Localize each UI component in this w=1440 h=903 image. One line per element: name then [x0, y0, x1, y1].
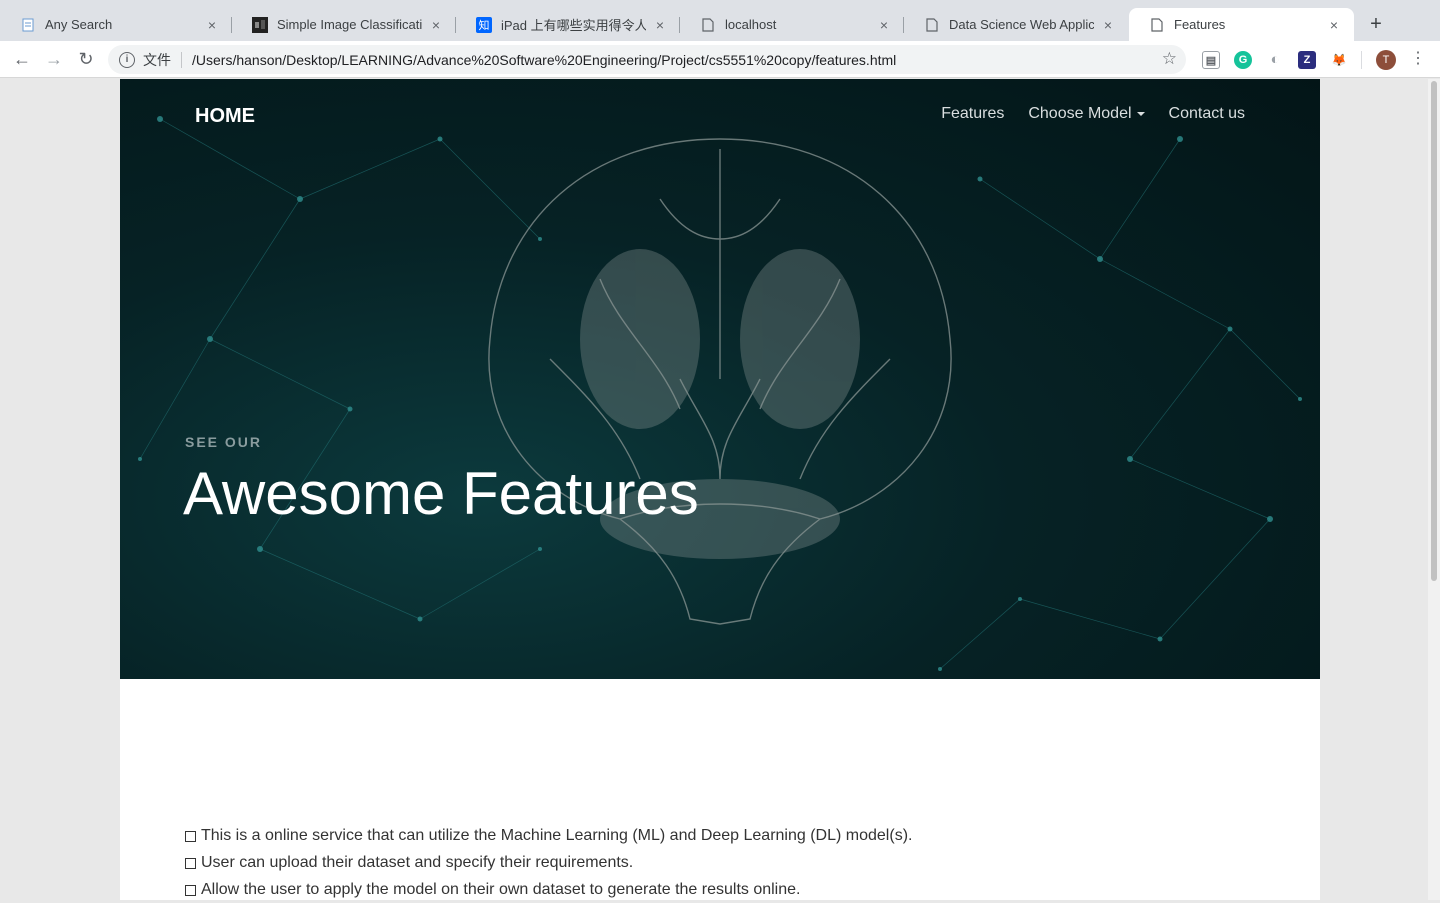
tab-title: Features — [1174, 17, 1226, 32]
home-link[interactable]: HOME — [195, 105, 255, 128]
list-item: Allow the user to apply the model on the… — [185, 876, 912, 903]
hero-kicker: SEE OUR — [185, 434, 263, 450]
sync-icon[interactable]: ◐ — [1266, 51, 1284, 69]
close-icon[interactable]: × — [204, 17, 220, 33]
reader-icon[interactable]: ▤ — [1202, 51, 1220, 69]
browser-menu-icon[interactable]: ⋮ — [1407, 48, 1429, 70]
address-bar[interactable]: i 文件 /Users/hanson/Desktop/LEARNING/Adva… — [108, 45, 1186, 74]
checkbox-icon — [185, 884, 196, 896]
profile-avatar[interactable]: T — [1376, 50, 1396, 70]
tab-title: Data Science Web Applicatio — [949, 17, 1094, 32]
back-button[interactable]: ← — [11, 48, 33, 70]
feature-text: This is a online service that can utiliz… — [201, 826, 913, 844]
close-icon[interactable]: × — [1326, 17, 1342, 33]
tab-strip: Any Search × Simple Image Classification… — [0, 0, 1440, 41]
hero-headline: Awesome Features — [183, 460, 699, 527]
url-text[interactable]: /Users/hanson/Desktop/LEARNING/Advance%2… — [192, 52, 896, 68]
features-list: This is a online service that can utiliz… — [185, 822, 912, 903]
close-icon[interactable]: × — [876, 17, 892, 33]
list-item: User can upload their dataset and specif… — [185, 849, 912, 876]
url-scheme: 文件 — [143, 51, 171, 68]
feature-text: Allow the user to apply the model on the… — [201, 880, 801, 898]
tab-title: Simple Image Classification — [277, 17, 422, 32]
tab-title: iPad 上有哪些实用得令人惊艳 — [501, 18, 646, 33]
tab-features[interactable]: Features × — [1129, 8, 1354, 41]
browser-toolbar: ← → ↻ i 文件 /Users/hanson/Desktop/LEARNIN… — [0, 41, 1440, 78]
tab-any-search[interactable]: Any Search × — [0, 8, 232, 41]
scrollbar-thumb[interactable] — [1431, 81, 1437, 581]
tab-localhost[interactable]: localhost × — [680, 8, 904, 41]
hero-banner: HOME Features Choose Model Contact us SE… — [120, 79, 1320, 679]
new-tab-button[interactable]: + — [1364, 12, 1388, 36]
grammarly-icon[interactable]: G — [1234, 51, 1252, 69]
caret-down-icon — [1136, 111, 1145, 116]
page-scrollbar[interactable] — [1428, 79, 1440, 900]
list-item: This is a online service that can utiliz… — [185, 822, 912, 849]
zotero-icon[interactable]: Z — [1298, 51, 1316, 69]
zhihu-icon: 知 — [476, 16, 492, 33]
bookmark-star-icon[interactable]: ☆ — [1162, 49, 1177, 69]
forward-button[interactable]: → — [43, 48, 65, 70]
site-nav: Features Choose Model Contact us — [941, 105, 1245, 123]
metamask-icon[interactable]: 🦊 — [1330, 51, 1348, 69]
nav-features[interactable]: Features — [941, 105, 1004, 123]
checkbox-icon — [185, 830, 196, 842]
neural-network-background — [138, 116, 1302, 671]
page-icon — [700, 17, 716, 33]
image-icon — [252, 16, 268, 33]
tab-title: localhost — [725, 17, 777, 32]
nav-choose-model[interactable]: Choose Model — [1028, 105, 1145, 123]
web-page: HOME Features Choose Model Contact us SE… — [120, 79, 1320, 900]
info-icon[interactable]: i — [119, 51, 135, 68]
nav-contact[interactable]: Contact us — [1169, 105, 1245, 123]
tab-image-classification[interactable]: Simple Image Classification × — [232, 8, 456, 41]
toolbar-divider — [1361, 51, 1362, 69]
close-icon[interactable]: × — [652, 17, 668, 33]
page-icon — [924, 17, 940, 33]
tab-title: Any Search — [45, 17, 113, 32]
close-icon[interactable]: × — [1100, 17, 1116, 33]
checkbox-icon — [185, 857, 196, 869]
page-icon — [1149, 17, 1165, 33]
divider — [181, 51, 182, 68]
tab-ipad[interactable]: 知 iPad 上有哪些实用得令人惊艳 × — [456, 8, 680, 41]
tab-data-science[interactable]: Data Science Web Applicatio × — [904, 8, 1128, 41]
reload-button[interactable]: ↻ — [75, 48, 97, 70]
close-icon[interactable]: × — [428, 17, 444, 33]
feature-text: User can upload their dataset and specif… — [201, 853, 634, 871]
nav-choose-model-label: Choose Model — [1028, 105, 1132, 122]
doc-icon — [20, 17, 36, 33]
